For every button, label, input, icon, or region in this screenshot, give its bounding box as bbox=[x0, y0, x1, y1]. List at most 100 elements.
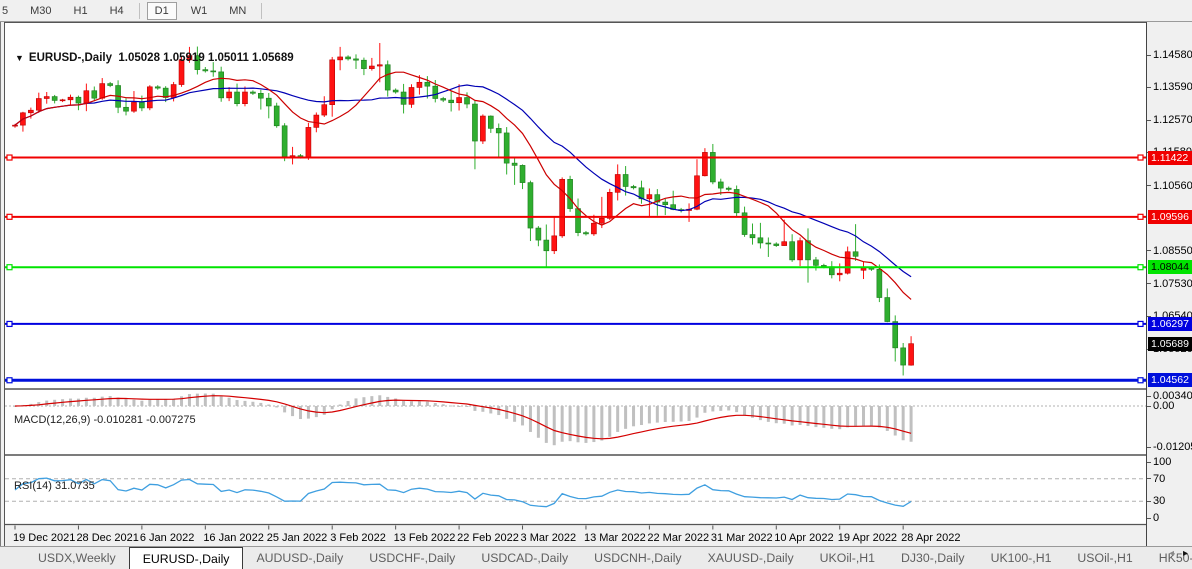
rsi-value: 31.0735 bbox=[55, 480, 95, 492]
chart-tab-audusd[interactable]: AUDUSD-,Daily bbox=[243, 547, 356, 569]
level-line-handle[interactable] bbox=[1138, 321, 1143, 326]
macd-histogram-bar bbox=[545, 406, 548, 443]
candle-body bbox=[155, 87, 160, 88]
macd-histogram-bar bbox=[251, 402, 254, 406]
candle-body bbox=[901, 348, 906, 365]
candle-body bbox=[750, 235, 755, 238]
macd-axis-tick: 0.00 bbox=[1147, 399, 1174, 413]
candle-body bbox=[36, 99, 41, 111]
macd-histogram-bar bbox=[339, 405, 342, 406]
macd-histogram-bar bbox=[378, 395, 381, 406]
macd-histogram-bar bbox=[870, 406, 873, 426]
timeframe-button-d1[interactable]: D1 bbox=[147, 2, 177, 20]
candle-body bbox=[393, 90, 398, 92]
macd-histogram-bar bbox=[592, 406, 595, 442]
toolbar-separator bbox=[139, 3, 140, 19]
date-label: 3 Feb 2022 bbox=[330, 532, 386, 544]
price-axis-tick: 1.07530 bbox=[1147, 277, 1192, 291]
macd-axis-tick: -0.012058 bbox=[1147, 440, 1192, 454]
candle-body bbox=[409, 87, 414, 104]
price-axis-tick: 1.08550 bbox=[1147, 244, 1192, 258]
macd-histogram-bar bbox=[902, 406, 905, 440]
level-line-handle[interactable] bbox=[1138, 378, 1143, 383]
chart-tab-xauusd[interactable]: XAUUSD-,Daily bbox=[695, 547, 807, 569]
level-line-handle[interactable] bbox=[7, 155, 12, 160]
level-line-handle[interactable] bbox=[1138, 155, 1143, 160]
chart-tab-usdcad[interactable]: USDCAD-,Daily bbox=[468, 547, 581, 569]
candle-body bbox=[647, 195, 652, 199]
chart-tab-uk100[interactable]: UK100-,H1 bbox=[978, 547, 1065, 569]
macd-histogram-bar bbox=[466, 406, 469, 407]
candle-body bbox=[568, 179, 573, 208]
chart-tab-ukoil[interactable]: UKOil-,H1 bbox=[807, 547, 888, 569]
candle-body bbox=[480, 116, 485, 141]
level-line-handle[interactable] bbox=[7, 321, 12, 326]
collapse-chart-icon[interactable]: ▼ bbox=[15, 53, 24, 63]
macd-histogram-bar bbox=[505, 406, 508, 419]
macd-histogram-bar bbox=[632, 406, 635, 426]
candle-body bbox=[607, 192, 612, 218]
timeframe-button-h4[interactable]: H4 bbox=[102, 2, 132, 20]
candle-body bbox=[702, 152, 707, 175]
macd-histogram-bar bbox=[711, 406, 714, 411]
macd-histogram-bar bbox=[703, 406, 706, 413]
chart-tab-usoil[interactable]: USOil-,H1 bbox=[1064, 547, 1145, 569]
level-line-handle[interactable] bbox=[1138, 265, 1143, 270]
macd-histogram-bar bbox=[109, 396, 112, 406]
rsi-name: RSI(14) bbox=[14, 480, 52, 492]
candle-body bbox=[377, 65, 382, 66]
date-label: 25 Jan 2022 bbox=[267, 532, 328, 544]
candle-body bbox=[68, 97, 73, 100]
tab-scroll-right-icon[interactable]: ▸ bbox=[1183, 548, 1188, 559]
chart-canvas[interactable]: 19 Dec 202128 Dec 20216 Jan 202216 Jan 2… bbox=[5, 22, 1147, 546]
tab-scroll-left-icon[interactable]: ◂ bbox=[1169, 548, 1174, 559]
candle-body bbox=[853, 252, 858, 257]
candle-body bbox=[330, 60, 335, 105]
macd-histogram-bar bbox=[156, 399, 159, 406]
candle-body bbox=[203, 70, 208, 71]
timeframe-button-m30[interactable]: M30 bbox=[22, 2, 59, 20]
candle-body bbox=[235, 92, 240, 104]
level-line-handle[interactable] bbox=[7, 214, 12, 219]
timeframe-toolbar: 5 M30 H1 H4 D1 W1 MN bbox=[0, 0, 1192, 22]
candle-body bbox=[457, 98, 462, 103]
macd-histogram-bar bbox=[188, 394, 191, 406]
level-line-handle[interactable] bbox=[7, 265, 12, 270]
macd-histogram-bar bbox=[727, 406, 730, 410]
chart-tab-usdchf[interactable]: USDCHF-,Daily bbox=[356, 547, 468, 569]
price-axis[interactable]: 1.145801.135901.125701.115801.105601.085… bbox=[1146, 22, 1192, 546]
chart-title: ▼EURUSD-,Daily 1.05028 1.05919 1.05011 1… bbox=[15, 52, 294, 64]
macd-histogram-bar bbox=[402, 401, 405, 406]
chart-window[interactable]: 19 Dec 202128 Dec 20216 Jan 202216 Jan 2… bbox=[4, 22, 1147, 546]
chart-tab-usdcnh[interactable]: USDCNH-,Daily bbox=[581, 547, 694, 569]
candle-body bbox=[100, 84, 105, 99]
macd-histogram-bar bbox=[354, 398, 357, 406]
candle-body bbox=[798, 241, 803, 260]
macd-histogram-bar bbox=[410, 401, 413, 406]
rsi-axis-tick: 70 bbox=[1147, 472, 1165, 486]
candle-body bbox=[782, 242, 787, 246]
timeframe-button-5[interactable]: 5 bbox=[0, 2, 16, 20]
chart-tab-eurusd[interactable]: EURUSD-,Daily bbox=[129, 547, 244, 569]
timeframe-button-mn[interactable]: MN bbox=[221, 2, 254, 20]
macd-histogram-bar bbox=[236, 400, 239, 406]
candle-body bbox=[813, 260, 818, 266]
chart-tab-usdx[interactable]: USDX,Weekly bbox=[0, 547, 129, 569]
macd-histogram-bar bbox=[577, 406, 580, 442]
level-price-label: 1.11422 bbox=[1148, 151, 1192, 165]
candle-body bbox=[615, 174, 620, 192]
timeframe-button-h1[interactable]: H1 bbox=[66, 2, 96, 20]
chart-ohlc-values: 1.05028 1.05919 1.05011 1.05689 bbox=[118, 52, 293, 64]
candle-body bbox=[425, 82, 430, 86]
macd-histogram-bar bbox=[275, 406, 278, 407]
candle-body bbox=[258, 93, 263, 98]
macd-histogram-bar bbox=[743, 406, 746, 415]
level-line-handle[interactable] bbox=[1138, 214, 1143, 219]
timeframe-button-w1[interactable]: W1 bbox=[183, 2, 216, 20]
macd-histogram-bar bbox=[640, 406, 643, 425]
macd-histogram-bar bbox=[846, 406, 849, 427]
level-line-handle[interactable] bbox=[7, 378, 12, 383]
macd-histogram-bar bbox=[664, 406, 667, 422]
date-label: 22 Feb 2022 bbox=[457, 532, 519, 544]
chart-tab-dj30[interactable]: DJ30-,Daily bbox=[888, 547, 978, 569]
